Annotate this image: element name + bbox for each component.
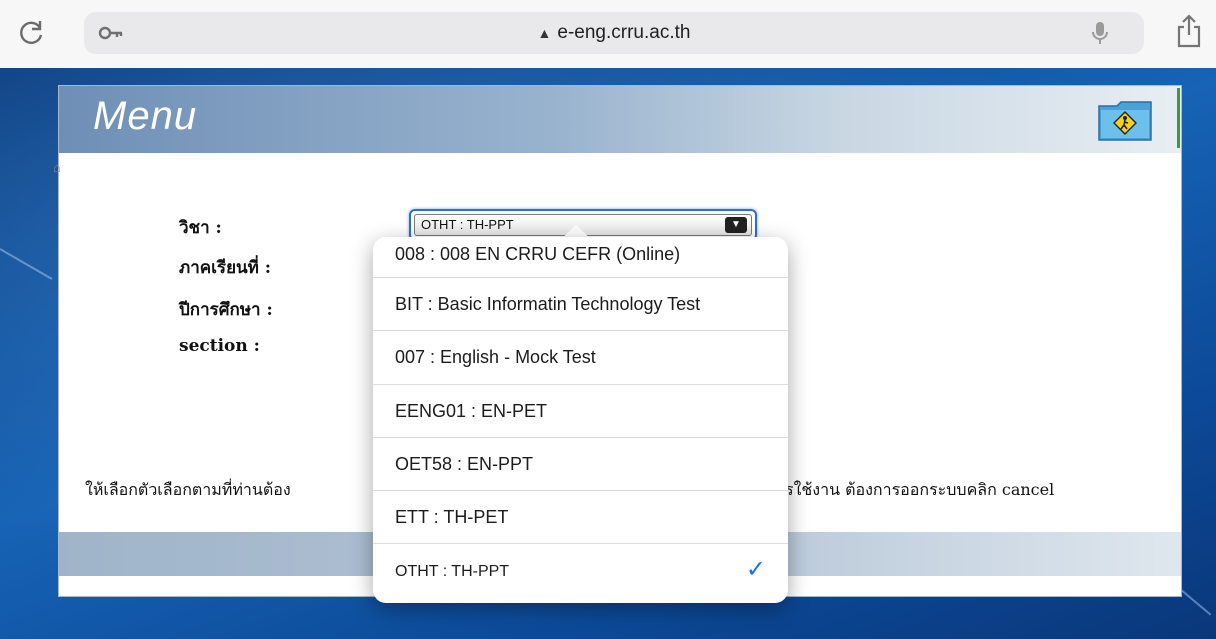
menu-title: Menu — [93, 94, 198, 138]
option-item[interactable]: 008 : 008 EN CRRU CEFR (Online) — [373, 237, 788, 278]
share-icon[interactable] — [1176, 14, 1202, 48]
subject-label: วิชา : — [179, 218, 222, 238]
url-text: e-eng.crru.ac.th — [557, 22, 691, 43]
background-streak — [0, 248, 53, 280]
address-bar[interactable]: ▲ e-eng.crru.ac.th — [84, 12, 1144, 54]
header-edge-accent — [1177, 88, 1180, 148]
instruction-right: รใช้งาน ต้องการออกระบบคลิก cancel — [785, 480, 1055, 499]
option-item[interactable]: 007 : English - Mock Test — [373, 331, 788, 385]
check-icon: ✓ — [745, 556, 766, 584]
instruction-left: ให้เลือกตัวเลือกตามที่ท่านต้อง — [85, 480, 291, 499]
mic-icon[interactable] — [1092, 21, 1108, 45]
semester-label: ภาคเรียนที่ : — [179, 258, 272, 278]
year-label: ปีการศึกษา : — [179, 300, 273, 320]
reload-icon[interactable] — [18, 18, 46, 46]
option-item-selected[interactable]: OTHT : TH-PPT ✓ — [373, 544, 788, 596]
browser-toolbar: ▲ e-eng.crru.ac.th — [0, 0, 1216, 69]
section-label: section : — [179, 336, 260, 356]
option-item[interactable]: EENG01 : EN-PET — [373, 385, 788, 438]
option-item[interactable]: BIT : Basic Informatin Technology Test — [373, 278, 788, 332]
chevron-down-icon[interactable]: ▼ — [725, 217, 747, 233]
option-item[interactable]: ETT : TH-PET — [373, 491, 788, 545]
option-item[interactable]: OET58 : EN-PPT — [373, 438, 788, 492]
background-streak — [1179, 588, 1212, 616]
folder-icon[interactable] — [1097, 98, 1153, 142]
warning-icon: ▲ — [537, 25, 552, 41]
menu-header: Menu — [59, 86, 1181, 153]
subject-options-popover: 008 : 008 EN CRRU CEFR (Online) BIT : Ba… — [373, 237, 788, 603]
home-icon[interactable]: ⌂ — [53, 160, 61, 175]
subject-select-value: OTHT : TH-PPT — [421, 217, 514, 232]
